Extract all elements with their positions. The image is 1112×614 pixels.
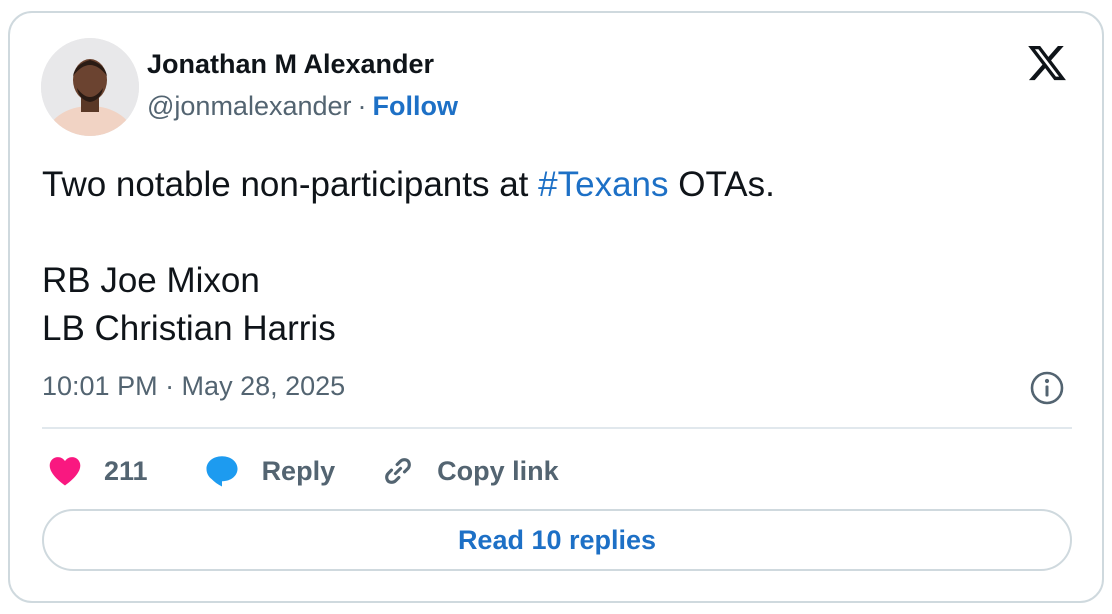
copy-link-label: Copy link: [437, 455, 559, 486]
author-handle[interactable]: @jonmalexander: [147, 91, 352, 121]
info-icon[interactable]: [1029, 370, 1065, 406]
tweet-line-2: RB Joe Mixon: [42, 261, 260, 300]
copy-link-button[interactable]: Copy link: [381, 454, 559, 488]
tweet-text: Two notable non-participants at #Texans …: [42, 161, 775, 353]
follow-link[interactable]: Follow: [373, 91, 458, 121]
heart-icon: [49, 457, 81, 486]
tweet-timestamp[interactable]: 10:01 PM · May 28, 2025: [42, 371, 345, 402]
avatar[interactable]: [41, 38, 139, 136]
hashtag-link[interactable]: #Texans: [538, 165, 668, 204]
like-count: 211: [104, 455, 148, 486]
tweet-card: Jonathan M Alexander @jonmalexander · Foll…: [8, 11, 1104, 603]
tweet-text-segment: Two notable non-participants at: [42, 165, 539, 204]
separator-dot: ·: [357, 91, 367, 121]
tweet-line-3: LB Christian Harris: [42, 309, 336, 348]
tweet-text-segment: OTAs.: [668, 165, 775, 204]
reply-button[interactable]: Reply: [204, 454, 336, 488]
avatar-image: [41, 38, 139, 136]
reply-label: Reply: [261, 455, 336, 486]
read-replies-button[interactable]: Read 10 replies: [42, 509, 1072, 571]
action-bar: 211 Reply Copy link: [48, 451, 559, 491]
x-logo-icon[interactable]: [1025, 42, 1069, 84]
divider: [42, 427, 1072, 429]
link-icon: [385, 458, 411, 484]
speech-bubble-icon: [206, 456, 238, 487]
tweet-line-1: Two notable non-participants at #Texans …: [42, 161, 775, 209]
author-name[interactable]: Jonathan M Alexander: [147, 49, 434, 80]
like-button[interactable]: 211: [48, 455, 148, 487]
author-handle-row: @jonmalexander · Follow: [147, 91, 458, 122]
